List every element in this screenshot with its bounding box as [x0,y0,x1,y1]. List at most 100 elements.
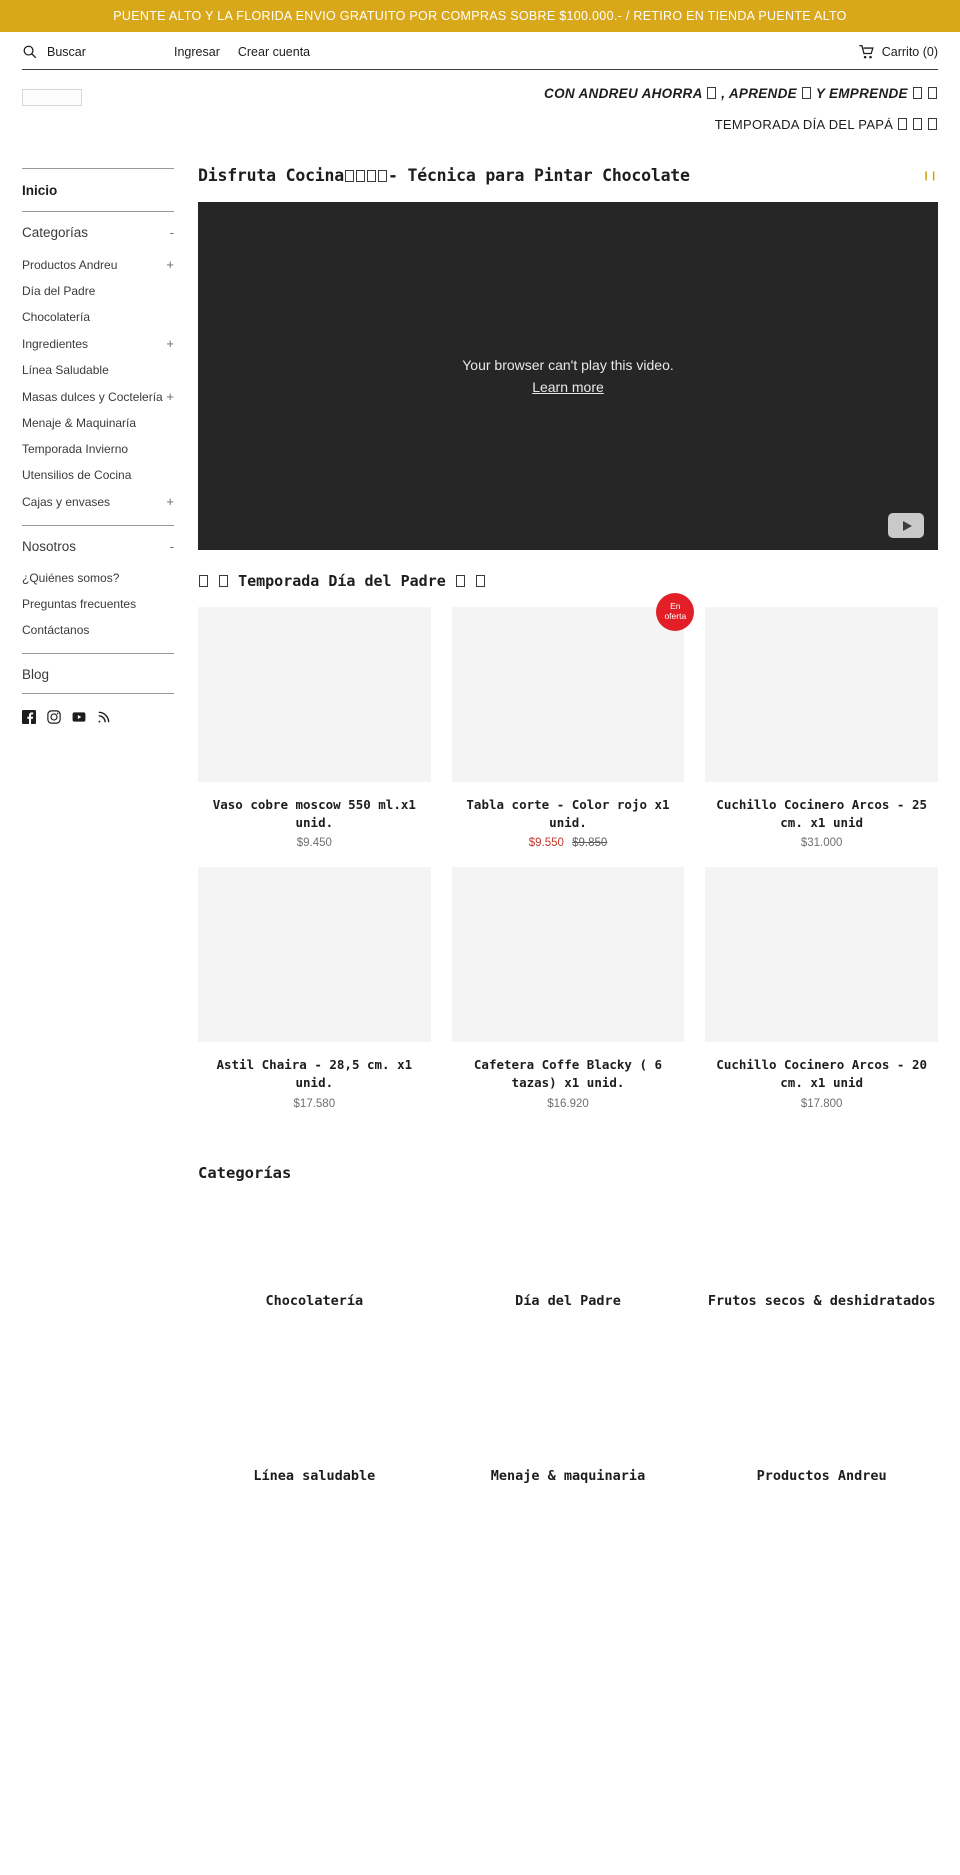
sidebar-item-preguntas-frecuentes[interactable]: Preguntas frecuentes [22,591,174,617]
sidebar-item-chocolateria[interactable]: Chocolatería [22,304,174,330]
facebook-icon[interactable] [22,710,36,724]
video-player[interactable]: Your browser can't play this video. Lear… [198,202,938,550]
sidebar-item-blog[interactable]: Blog [22,654,174,693]
product-name[interactable]: Astil Chaira - 28,5 cm. x1 unid. [198,1042,431,1097]
category-card[interactable]: Menaje & maquinaria [451,1319,685,1495]
emoji-placeholder-icon [367,169,377,182]
search-control[interactable]: Buscar [22,44,174,59]
search-icon[interactable] [22,44,37,59]
login-link[interactable]: Ingresar [174,45,220,59]
emoji-placeholder-icon [345,169,355,182]
brand-band: CON ANDREU AHORRA , APRENDE Y EMPRENDE T… [0,70,960,140]
product-card[interactable]: Cuchillo Cocinero Arcos - 25 cm. x1 unid… [705,607,938,863]
emoji-placeholder-icon [912,87,922,99]
category-image[interactable] [451,1319,685,1460]
product-card[interactable]: Vaso cobre moscow 550 ml.x1 unid. $9.450 [198,607,431,863]
product-name[interactable]: Cuchillo Cocinero Arcos - 25 cm. x1 unid [705,782,938,837]
product-image[interactable] [198,607,431,782]
category-card[interactable]: Día del Padre [451,1187,685,1320]
category-name[interactable]: Productos Andreu [705,1459,938,1487]
sidebar-item-ingredientes[interactable]: Ingredientes + [22,330,174,357]
social-links [22,694,174,734]
video-heading-prefix: Disfruta Cocina [198,166,345,185]
product-card[interactable]: Cafetera Coffe Blacky ( 6 tazas) x1 unid… [451,867,685,1123]
sidebar-item-dia-del-padre[interactable]: Día del Padre [22,278,174,304]
youtube-icon[interactable] [72,710,86,724]
emoji-placeholder-icon [475,575,485,587]
product-image[interactable]: En oferta [451,593,695,782]
slogan-secondary-text: TEMPORADA DÍA DEL PAPÁ [714,117,894,132]
category-image[interactable] [198,1319,431,1460]
product-name[interactable]: Tabla corte - Color rojo x1 unid. [452,782,685,837]
product-card[interactable]: En oferta Tabla corte - Color rojo x1 un… [451,593,695,863]
product-name[interactable]: Cuchillo Cocinero Arcos - 20 cm. x1 unid [705,1042,938,1097]
product-grid: Vaso cobre moscow 550 ml.x1 unid. $9.450… [198,593,938,1124]
product-name[interactable]: Vaso cobre moscow 550 ml.x1 unid. [198,782,431,837]
category-card[interactable]: Frutos secos & deshidratados [705,1187,938,1320]
category-image[interactable] [198,1187,431,1284]
product-image[interactable] [705,607,938,782]
category-card[interactable]: Línea saludable [198,1319,431,1495]
emoji-placeholder-icon [707,87,717,99]
category-card[interactable]: Productos Andreu [705,1319,938,1495]
video-error-text: Your browser can't play this video. [462,356,674,373]
instagram-icon[interactable] [47,710,61,724]
expand-plus-icon[interactable]: + [166,336,174,351]
sidebar-item-temporada-invierno[interactable]: Temporada Invierno [22,436,174,462]
product-card[interactable]: Cuchillo Cocinero Arcos - 20 cm. x1 unid… [705,867,938,1123]
utility-header: Buscar Ingresar Crear cuenta Carrito (0) [0,32,960,69]
slogan-primary-part2: , APRENDE [721,86,797,101]
sidebar-item-masas-dulces[interactable]: Masas dulces y Coctelería + [22,383,174,410]
sidebar-item-label: Cajas y envases [22,494,111,509]
pause-icon[interactable]: ❙❙ [923,169,938,182]
sidebar-item-menaje-maquinaria[interactable]: Menaje & Maquinaría [22,410,174,436]
sidebar-item-cajas-y-envases[interactable]: Cajas y envases + [22,488,174,515]
rss-icon[interactable] [97,710,111,724]
expand-plus-icon[interactable]: + [166,494,174,509]
create-account-link[interactable]: Crear cuenta [238,45,310,59]
search-label[interactable]: Buscar [47,45,86,59]
category-name[interactable]: Día del Padre [452,1284,685,1312]
expand-plus-icon[interactable]: + [166,389,174,404]
product-sale-price: $9.550 [528,837,564,850]
sidebar-item-quienes-somos[interactable]: ¿Quiénes somos? [22,565,174,591]
category-image[interactable] [451,1187,685,1284]
product-name[interactable]: Cafetera Coffe Blacky ( 6 tazas) x1 unid… [452,1042,685,1097]
sidebar-item-label: Productos Andreu [22,257,118,272]
sidebar-item-label: Chocolatería [22,310,91,324]
category-name[interactable]: Frutos secos & deshidratados [705,1284,938,1312]
product-image[interactable] [705,867,938,1043]
video-heading-suffix: - Técnica para Pintar Chocolate [388,166,690,185]
expand-plus-icon[interactable]: + [166,257,174,272]
emoji-placeholder-icon [378,169,388,182]
sidebar-item-inicio[interactable]: Inicio [22,169,174,211]
sidebar-group-nosotros[interactable]: Nosotros - [22,526,174,565]
category-image[interactable] [705,1319,938,1460]
sidebar-item-utensilios-de-cocina[interactable]: Utensilios de Cocina [22,462,174,488]
category-name[interactable]: Chocolatería [198,1284,431,1312]
cart-control[interactable]: Carrito (0) [859,44,938,59]
category-card[interactable]: Chocolatería [198,1187,431,1320]
categories-grid-row-1: Chocolatería Día del Padre Frutos secos … [198,1187,938,1320]
product-price: $17.580 [293,1097,336,1110]
cart-icon[interactable] [859,44,875,59]
sidebar-group-categorias[interactable]: Categorías - [22,212,174,251]
sidebar-item-label: Día del Padre [22,284,96,298]
play-button[interactable] [888,513,924,538]
video-section-heading: Disfruta Cocina - Técnica para Pintar Ch… [198,166,938,202]
product-card[interactable]: Astil Chaira - 28,5 cm. x1 unid. $17.580 [198,867,431,1123]
category-name[interactable]: Línea saludable [198,1459,431,1487]
category-name[interactable]: Menaje & maquinaria [452,1459,685,1487]
sidebar-item-productos-andreu[interactable]: Productos Andreu + [22,251,174,278]
product-image[interactable] [198,867,431,1043]
category-image[interactable] [705,1187,938,1284]
store-logo[interactable] [22,89,82,106]
sidebar-item-linea-saludable[interactable]: Línea Saludable [22,357,174,383]
cart-label[interactable]: Carrito (0) [882,45,938,59]
emoji-placeholder-icon [913,118,923,130]
learn-more-link[interactable]: Learn more [532,379,604,395]
product-image[interactable] [451,867,685,1043]
sidebar-item-label: Blog [22,667,50,682]
sidebar-item-contactanos[interactable]: Contáctanos [22,617,174,643]
